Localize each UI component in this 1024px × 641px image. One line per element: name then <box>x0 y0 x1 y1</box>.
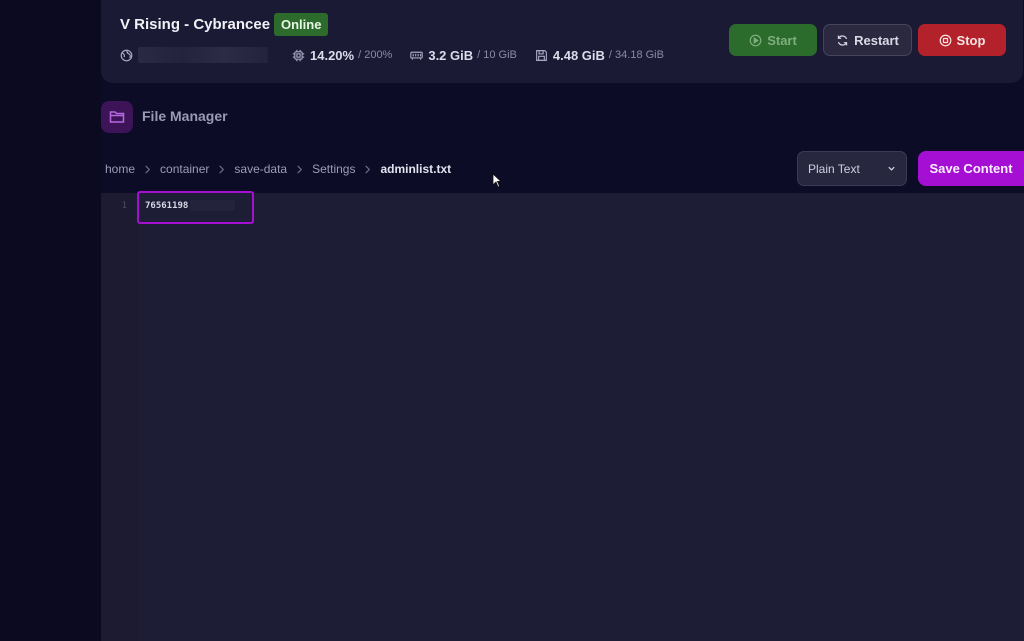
memory-limit: / 10 GiB <box>477 49 517 61</box>
memory-stat: 3.2 GiB / 10 GiB <box>410 48 517 63</box>
cpu-icon <box>292 49 305 61</box>
disk-icon <box>535 49 547 61</box>
file-manager-icon-box <box>101 101 133 133</box>
save-content-button[interactable]: Save Content <box>918 151 1024 186</box>
disk-limit: / 34.18 GiB <box>608 49 664 61</box>
server-name: V Rising - Cybrancee <box>120 16 271 33</box>
cpu-limit: / 200% <box>358 49 393 61</box>
disk-stat: 4.48 GiB / 34.18 GiB <box>535 48 664 63</box>
restart-label: Restart <box>854 32 899 48</box>
sidebar <box>0 0 101 641</box>
editor-gutter: 1 <box>101 193 139 641</box>
globe-icon <box>120 49 133 61</box>
refresh-icon <box>837 34 848 46</box>
server-stats: 14.20% / 200% 3.2 GiB / 10 GiB 4.48 GiB … <box>120 46 682 64</box>
chevron-right-icon <box>217 164 226 174</box>
disk-value: 4.48 GiB <box>552 47 605 63</box>
highlight-annotation <box>137 191 254 224</box>
memory-icon <box>410 51 424 60</box>
breadcrumb-container[interactable]: container <box>160 162 209 176</box>
start-label: Start <box>767 32 797 48</box>
stop-circle-icon <box>939 34 951 46</box>
chevron-right-icon <box>143 164 152 174</box>
breadcrumb-save-data[interactable]: save-data <box>234 162 287 176</box>
server-header: V Rising - Cybrancee Online 14.20% / 200… <box>101 0 1023 83</box>
chevron-down-icon <box>888 166 895 171</box>
chevron-right-icon <box>363 164 372 174</box>
cpu-stat: 14.20% / 200% <box>292 48 392 63</box>
play-circle-icon <box>749 34 762 46</box>
folder-icon <box>109 111 125 123</box>
language-mode-value: Plain Text <box>808 161 860 176</box>
cpu-value: 14.20% <box>310 47 355 63</box>
page-title: File Manager <box>142 108 228 124</box>
breadcrumb: home container save-data Settings adminl… <box>105 161 451 177</box>
server-address <box>120 47 274 63</box>
code-editor[interactable]: 1 76561198 <box>101 191 1024 641</box>
restart-button[interactable]: Restart <box>823 24 912 56</box>
breadcrumb-settings[interactable]: Settings <box>312 162 355 176</box>
status-badge: Online <box>274 13 329 36</box>
mouse-cursor-icon <box>492 173 502 188</box>
stop-label: Stop <box>956 32 986 48</box>
address-redacted <box>138 47 268 63</box>
language-mode-select[interactable]: Plain Text <box>797 151 907 186</box>
breadcrumb-current-file: adminlist.txt <box>380 162 452 176</box>
breadcrumb-home[interactable]: home <box>105 162 135 176</box>
start-button[interactable]: Start <box>729 24 817 56</box>
memory-value: 3.2 GiB <box>428 47 474 63</box>
line-number: 1 <box>121 201 127 211</box>
chevron-right-icon <box>295 164 304 174</box>
stop-button[interactable]: Stop <box>918 24 1006 56</box>
page: V Rising - Cybrancee Online 14.20% / 200… <box>0 0 1024 641</box>
